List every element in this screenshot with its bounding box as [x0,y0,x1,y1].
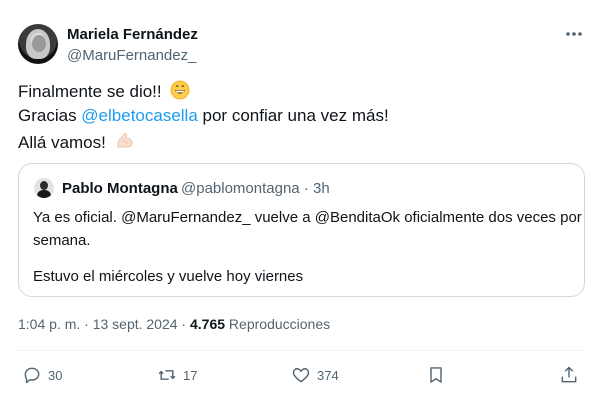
tweet-text-line-2: Gracias @elbetocasella por confiar una v… [18,106,389,126]
avatar-face [32,35,46,52]
quote-text-line-3: Estuvo el miércoles y vuelve hoy viernes [33,268,304,285]
repost-button[interactable]: 17 [157,364,197,386]
tweet-text-3: Allá vamos! [18,133,106,152]
bookmark-icon [430,367,442,383]
views-label: Reproducciones [225,316,331,332]
mention-link[interactable]: @elbetocasella [81,106,198,125]
tweet-timestamp: 1:04 p. m. · 13 sept. 2024 · 4.765 Repro… [18,316,330,332]
reply-button[interactable]: 30 [22,364,62,386]
quote-text-line-1: Ya es oficial. @MaruFernandez_ vuelve a … [33,209,582,226]
tweet-text-line-1: Finalmente se dio!! [18,80,190,102]
grinning-face-icon [170,80,190,100]
like-button[interactable]: 374 [291,364,339,386]
quoted-tweet[interactable]: Pablo Montagna @pablomontagna · 3h Ya es… [18,163,585,297]
share-icon [561,366,577,383]
divider [18,350,585,351]
avatar-suit [37,190,51,198]
quote-author-name[interactable]: Pablo Montagna [62,180,178,197]
author-name[interactable]: Mariela Fernández [67,26,198,43]
tweet-text-2a: Gracias [18,106,82,125]
tweet-text-2b: por confiar una vez más! [197,106,389,125]
author-avatar[interactable] [18,24,58,64]
like-count: 374 [317,367,339,383]
avatar-head [40,181,48,190]
views-count: 4.765 [190,316,226,332]
reply-icon [24,367,40,384]
reply-count: 30 [48,367,63,383]
flexed-biceps-icon [117,133,133,148]
heart-icon [292,368,310,383]
tweet-text-1: Finalmente se dio!! [18,82,162,101]
bookmark-button[interactable] [426,364,446,386]
quote-text-line-2: semana. [33,232,91,249]
share-button[interactable] [559,364,579,386]
tweet-text-line-3: Allá vamos! [18,131,135,153]
tweet-card: Mariela Fernández @MaruFernandez_ Finalm… [0,0,598,405]
more-options-icon[interactable] [563,26,585,42]
quote-author-avatar[interactable] [34,178,54,198]
author-handle[interactable]: @MaruFernandez_ [67,47,196,64]
repost-count: 17 [183,367,198,383]
quote-author-meta: @pablomontagna · 3h [181,180,330,197]
repost-icon [158,370,176,380]
timestamp-text[interactable]: 1:04 p. m. · 13 sept. 2024 · [18,316,190,332]
